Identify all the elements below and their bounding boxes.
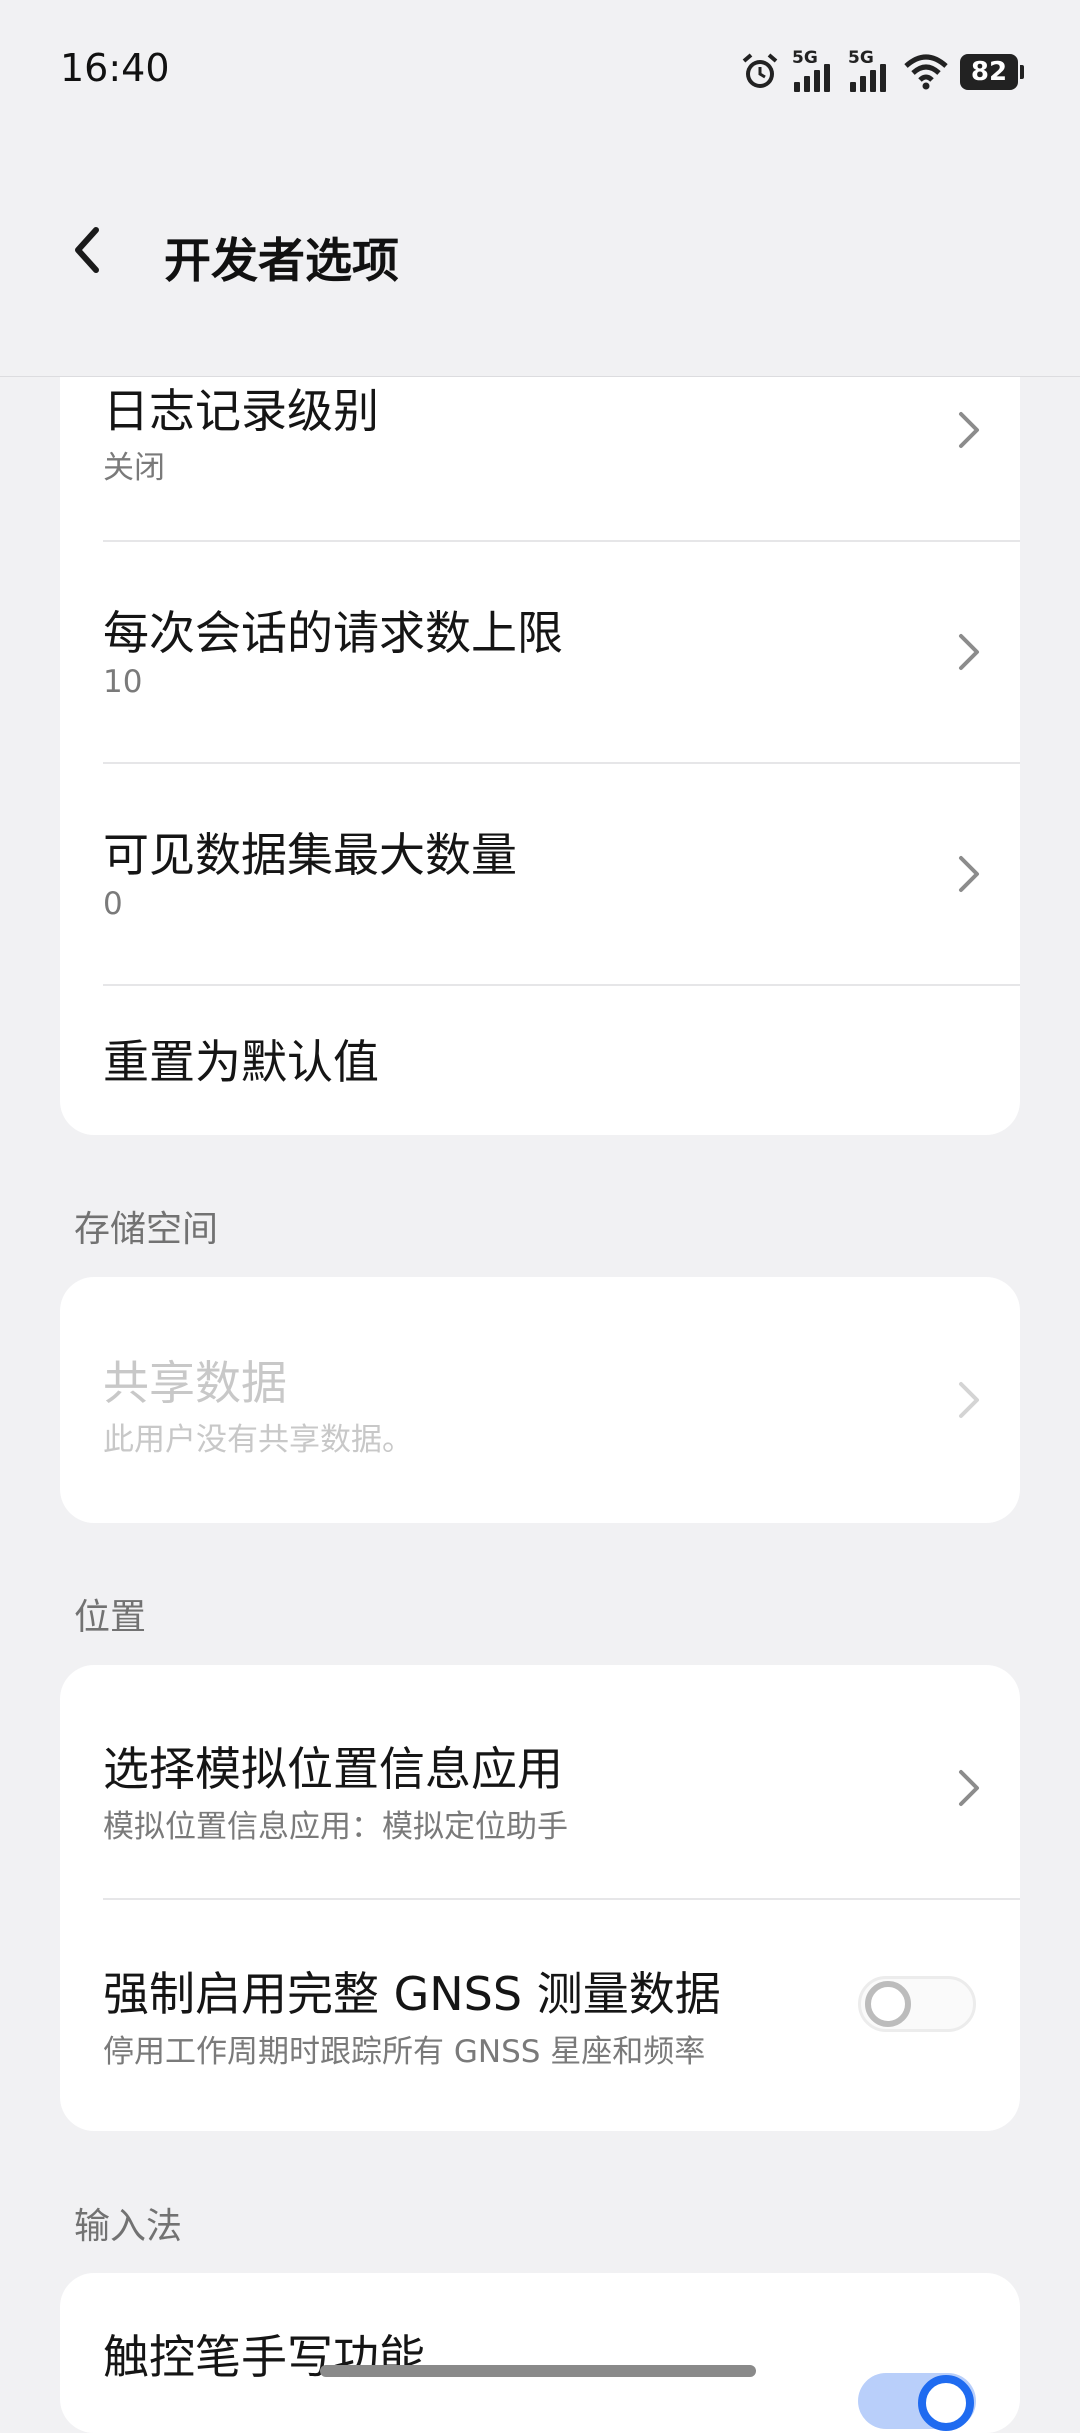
reset-defaults-item[interactable]: 重置为默认值: [60, 986, 1020, 1135]
toggle-knob: [865, 1981, 911, 2027]
battery-icon: 82: [960, 54, 1024, 90]
stylus-title: 触控笔手写功能: [103, 2330, 425, 2384]
signal-label: 5G: [848, 48, 874, 68]
chevron-right-icon: [959, 1770, 979, 1806]
max-datasets-item[interactable]: 可见数据集最大数量 0: [60, 764, 1020, 984]
max-datasets-value: 0: [103, 886, 123, 922]
page-title: 开发者选项: [164, 234, 399, 289]
gnss-subtitle: 停用工作周期时跟踪所有 GNSS 星座和频率: [103, 2034, 706, 2070]
chevron-right-icon: [959, 412, 979, 448]
mock-location-title: 选择模拟位置信息应用: [103, 1742, 563, 1796]
debug-settings-card: 日志记录级别 关闭 每次会话的请求数上限 10 可见数据集最大数量 0 重置为默…: [60, 300, 1020, 1135]
shared-data-title: 共享数据: [103, 1356, 287, 1410]
reset-defaults-title: 重置为默认值: [103, 1035, 379, 1089]
mock-location-app-item[interactable]: 选择模拟位置信息应用 模拟位置信息应用：模拟定位助手: [60, 1665, 1020, 1898]
input-method-card: 触控笔手写功能: [60, 2273, 1020, 2433]
mock-location-subtitle: 模拟位置信息应用：模拟定位助手: [103, 1809, 568, 1845]
status-icons: 5G 5G 82: [740, 48, 1024, 94]
status-bar: 16:40 5G 5G 82: [0, 0, 1080, 150]
stylus-handwriting-item[interactable]: 触控笔手写功能: [60, 2273, 1020, 2433]
section-storage: 存储空间: [74, 1209, 219, 1250]
max-datasets-title: 可见数据集最大数量: [103, 828, 517, 882]
gnss-toggle[interactable]: [858, 1976, 976, 2032]
max-requests-item[interactable]: 每次会话的请求数上限 10: [60, 542, 1020, 762]
max-requests-value: 10: [103, 664, 143, 700]
alarm-icon: [742, 53, 778, 88]
log-level-title: 日志记录级别: [103, 384, 379, 438]
signal-5g-icon: 5G: [848, 48, 892, 92]
app-bar: 开发者选项: [0, 150, 1080, 377]
shared-data-subtitle: 此用户没有共享数据。: [103, 1422, 413, 1458]
chevron-right-icon: [959, 1382, 979, 1418]
location-card: 选择模拟位置信息应用 模拟位置信息应用：模拟定位助手 强制启用完整 GNSS 测…: [60, 1665, 1020, 2131]
home-indicator[interactable]: [320, 2365, 756, 2377]
toggle-knob: [918, 2375, 974, 2431]
section-location: 位置: [74, 1597, 147, 1638]
stylus-toggle[interactable]: [858, 2373, 976, 2431]
chevron-left-icon[interactable]: [62, 220, 112, 280]
section-input-method: 输入法: [74, 2206, 183, 2247]
storage-card: 共享数据 此用户没有共享数据。: [60, 1277, 1020, 1523]
gnss-title: 强制启用完整 GNSS 测量数据: [103, 1967, 721, 2021]
status-time: 16:40: [60, 46, 170, 90]
wifi-icon: [904, 54, 948, 90]
chevron-right-icon: [959, 856, 979, 892]
chevron-right-icon: [959, 634, 979, 670]
log-level-value: 关闭: [103, 450, 165, 486]
signal-5g-icon: 5G: [792, 48, 836, 92]
max-requests-title: 每次会话的请求数上限: [103, 606, 563, 660]
battery-level: 82: [970, 57, 1008, 87]
signal-label: 5G: [792, 48, 818, 68]
gnss-measurement-item[interactable]: 强制启用完整 GNSS 测量数据 停用工作周期时跟踪所有 GNSS 星座和频率: [60, 1900, 1020, 2131]
shared-data-item: 共享数据 此用户没有共享数据。: [60, 1277, 1020, 1523]
